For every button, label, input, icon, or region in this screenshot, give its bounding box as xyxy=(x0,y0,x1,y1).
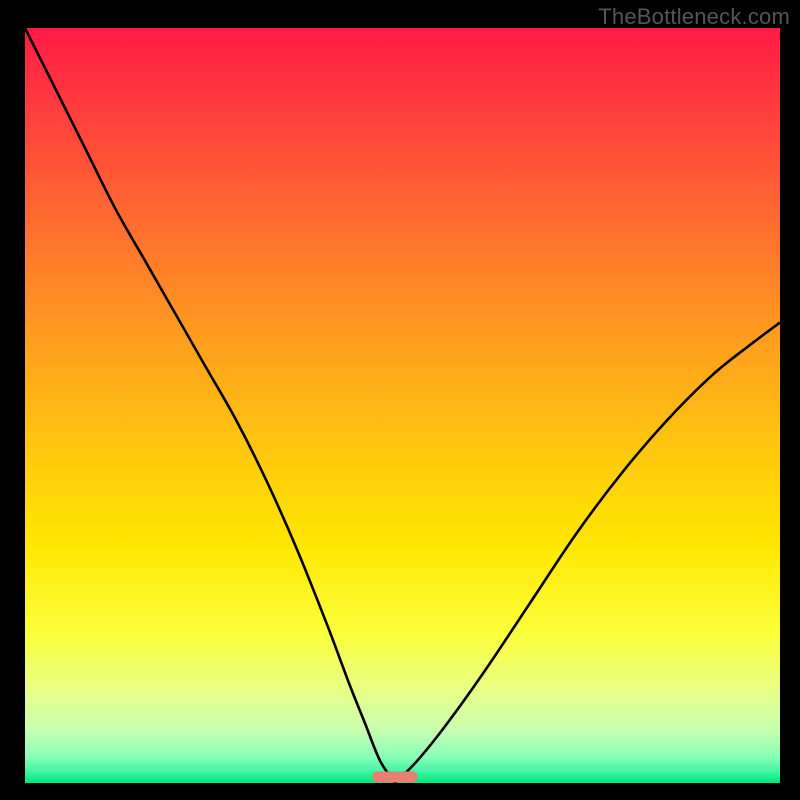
chart-frame: TheBottleneck.com xyxy=(0,0,800,800)
watermark-text: TheBottleneck.com xyxy=(598,4,790,30)
optimum-marker xyxy=(372,771,417,782)
gradient-background xyxy=(25,28,780,783)
bottleneck-chart xyxy=(25,28,780,783)
plot-area xyxy=(25,28,780,783)
